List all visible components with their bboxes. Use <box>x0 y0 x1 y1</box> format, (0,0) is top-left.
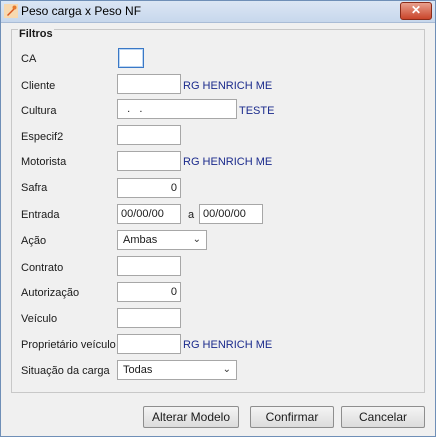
entrada-to-input[interactable]: 00/00/00 <box>199 204 263 224</box>
especif2-label: Especif2 <box>21 131 64 143</box>
veiculo-input[interactable] <box>117 308 181 328</box>
ca-label: CA <box>21 53 37 65</box>
confirmar-button[interactable]: Confirmar <box>250 406 334 428</box>
entrada-from-input[interactable]: 00/00/00 <box>117 204 181 224</box>
motorista-input[interactable] <box>117 151 181 171</box>
cliente-name: RG HENRICH ME <box>183 80 273 92</box>
proprietario-input[interactable] <box>117 334 181 354</box>
safra-input[interactable]: 0 <box>117 178 181 198</box>
acao-selected: Ambas <box>123 234 158 246</box>
autorizacao-label: Autorização <box>21 287 80 299</box>
safra-label: Safra <box>21 182 48 194</box>
acao-select[interactable]: Ambas ⌄ <box>117 230 207 250</box>
situacao-select[interactable]: Todas ⌄ <box>117 360 237 380</box>
cancelar-button[interactable]: Cancelar <box>341 406 425 428</box>
entrada-label: Entrada <box>21 209 60 221</box>
cultura-name: TESTE <box>239 105 275 117</box>
chevron-down-icon: ⌄ <box>192 234 201 245</box>
cultura-label: Cultura <box>21 105 57 117</box>
dialog-window: Peso carga x Peso NF ✕ Filtros CA Client… <box>0 0 436 437</box>
tool-icon <box>4 4 18 18</box>
proprietario-label: Proprietário veículo <box>21 339 116 351</box>
close-button[interactable]: ✕ <box>400 2 432 20</box>
situacao-label: Situação da carga <box>21 365 110 377</box>
veiculo-label: Veículo <box>21 313 58 325</box>
motorista-label: Motorista <box>21 156 67 168</box>
window-title: Peso carga x Peso NF <box>21 4 142 18</box>
contrato-input[interactable] <box>117 256 181 276</box>
proprietario-name: RG HENRICH ME <box>183 339 273 351</box>
cliente-label: Cliente <box>21 80 56 92</box>
ca-input[interactable] <box>118 48 144 68</box>
alterar-modelo-button[interactable]: Alterar Modelo <box>143 406 239 428</box>
situacao-selected: Todas <box>123 364 153 376</box>
filters-group-title: Filtros <box>18 28 54 40</box>
chevron-down-icon: ⌄ <box>222 364 231 375</box>
cliente-input[interactable] <box>117 74 181 94</box>
entrada-separator: a <box>188 209 195 221</box>
autorizacao-input[interactable]: 0 <box>117 282 181 302</box>
acao-label: Ação <box>21 235 47 247</box>
especif2-input[interactable] <box>117 125 181 145</box>
title-bar: Peso carga x Peso NF ✕ <box>1 1 435 23</box>
contrato-label: Contrato <box>21 262 64 274</box>
motorista-name: RG HENRICH ME <box>183 156 273 168</box>
cultura-input[interactable]: . . <box>117 99 237 119</box>
